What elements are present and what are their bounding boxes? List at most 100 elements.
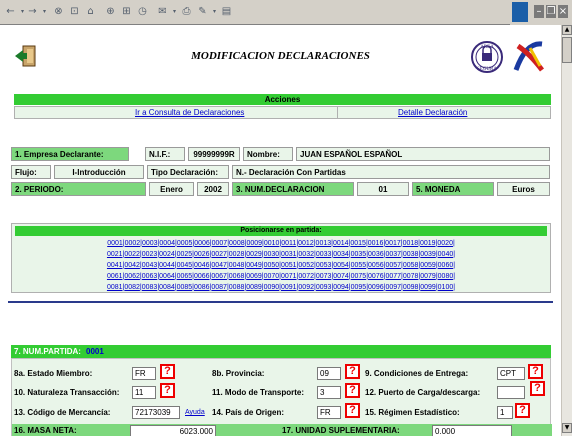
partida-link[interactable]: 0095 bbox=[351, 284, 367, 291]
partida-link[interactable]: 0065 bbox=[177, 273, 193, 280]
partida-link[interactable]: 0077 bbox=[385, 273, 401, 280]
minimize-icon[interactable]: – bbox=[534, 5, 544, 18]
codigo-mercancia-input[interactable]: 72173039 bbox=[132, 406, 180, 419]
partida-link[interactable]: 0054 bbox=[333, 262, 349, 269]
partida-link[interactable]: 0044 bbox=[159, 262, 175, 269]
partida-link[interactable]: 0055 bbox=[351, 262, 367, 269]
partida-link[interactable]: 0098 bbox=[403, 284, 419, 291]
partida-link[interactable]: 0037 bbox=[385, 251, 401, 258]
partida-link[interactable]: 0085 bbox=[177, 284, 193, 291]
partida-link[interactable]: 0089 bbox=[246, 284, 262, 291]
masa-neta-input[interactable]: 6023.000 bbox=[130, 425, 216, 436]
partida-link[interactable]: 0005 bbox=[177, 240, 193, 247]
partida-link[interactable]: 0008 bbox=[229, 240, 245, 247]
partida-link[interactable]: 0053 bbox=[316, 262, 332, 269]
partida-link[interactable]: 0087 bbox=[211, 284, 227, 291]
partida-link[interactable]: 0069 bbox=[246, 273, 262, 280]
partida-link[interactable]: 0052 bbox=[298, 262, 314, 269]
print-icon[interactable]: ⎙ bbox=[180, 5, 193, 18]
partida-link[interactable]: 0048 bbox=[229, 262, 245, 269]
partida-link[interactable]: 0014 bbox=[333, 240, 349, 247]
partida-link[interactable]: 0099 bbox=[420, 284, 436, 291]
pais-origen-input[interactable]: FR bbox=[317, 406, 341, 419]
partida-link[interactable]: 0072 bbox=[298, 273, 314, 280]
partida-link[interactable]: 0056 bbox=[368, 262, 384, 269]
partida-link[interactable]: 0041 bbox=[107, 262, 123, 269]
partida-link[interactable]: 0049 bbox=[246, 262, 262, 269]
puerto-carga-help-icon[interactable]: ? bbox=[530, 381, 545, 396]
partida-link[interactable]: 0058 bbox=[403, 262, 419, 269]
partida-link[interactable]: 0011 bbox=[281, 240, 296, 247]
partida-link[interactable]: 0076 bbox=[368, 273, 384, 280]
partida-link[interactable]: 0083 bbox=[142, 284, 158, 291]
partida-link[interactable]: 0078 bbox=[403, 273, 419, 280]
regimen-estadistico-help-icon[interactable]: ? bbox=[515, 403, 530, 418]
partida-link[interactable]: 0029 bbox=[246, 251, 262, 258]
link-detalle-declaracion[interactable]: Detalle Declaración bbox=[398, 108, 467, 117]
partida-link[interactable]: 0090 bbox=[264, 284, 280, 291]
partida-link[interactable]: 0050 bbox=[264, 262, 280, 269]
puerto-carga-input[interactable] bbox=[497, 386, 525, 399]
partida-link[interactable]: 0001 bbox=[107, 240, 123, 247]
partida-link[interactable]: 0024 bbox=[159, 251, 175, 258]
partida-link[interactable]: 0079 bbox=[420, 273, 436, 280]
history-icon[interactable]: ◷ bbox=[136, 5, 149, 18]
partida-link[interactable]: 0016 bbox=[368, 240, 384, 247]
partida-link[interactable]: 0088 bbox=[229, 284, 245, 291]
partida-link[interactable]: 0091 bbox=[281, 284, 297, 291]
partida-link[interactable]: 0061 bbox=[107, 273, 123, 280]
partida-link[interactable]: 0070 bbox=[264, 273, 280, 280]
partida-link[interactable]: 0031 bbox=[281, 251, 297, 258]
partida-link[interactable]: 0084 bbox=[159, 284, 175, 291]
stop-icon[interactable]: ⊗ bbox=[52, 5, 65, 18]
partida-link[interactable]: 0012 bbox=[298, 240, 314, 247]
vertical-scrollbar[interactable]: ▲ ▼ bbox=[561, 25, 572, 436]
partida-link[interactable]: 0100 bbox=[438, 284, 454, 291]
partida-link[interactable]: 0057 bbox=[385, 262, 401, 269]
partida-link[interactable]: 0071 bbox=[281, 273, 297, 280]
search-icon[interactable]: ⊕ bbox=[104, 5, 117, 18]
scroll-down-icon[interactable]: ▼ bbox=[562, 423, 572, 433]
partida-link[interactable]: 0074 bbox=[333, 273, 349, 280]
partida-link[interactable]: 0027 bbox=[211, 251, 227, 258]
partida-link[interactable]: 0032 bbox=[298, 251, 314, 258]
partida-link[interactable]: 0019 bbox=[420, 240, 436, 247]
partida-link[interactable]: 0097 bbox=[385, 284, 401, 291]
provincia-input[interactable]: 09 bbox=[317, 367, 341, 380]
partida-link[interactable]: 0068 bbox=[229, 273, 245, 280]
partida-link[interactable]: 0020 bbox=[437, 240, 453, 247]
partida-link[interactable]: 0033 bbox=[316, 251, 332, 258]
partida-link[interactable]: 0081 bbox=[107, 284, 123, 291]
restore-icon[interactable]: ❐ bbox=[546, 5, 556, 18]
favorites-icon[interactable]: ⊞ bbox=[120, 5, 133, 18]
partida-link[interactable]: 0066 bbox=[194, 273, 210, 280]
partida-link[interactable]: 0036 bbox=[368, 251, 384, 258]
partida-link[interactable]: 0034 bbox=[333, 251, 349, 258]
partida-link[interactable]: 0093 bbox=[316, 284, 332, 291]
home-icon[interactable]: ⌂ bbox=[84, 5, 97, 18]
partida-link[interactable]: 0003 bbox=[142, 240, 158, 247]
partida-link[interactable]: 0038 bbox=[403, 251, 419, 258]
regimen-estadistico-input[interactable]: 1 bbox=[497, 406, 513, 419]
link-consulta-declaraciones[interactable]: Ir a Consulta de Declaraciones bbox=[135, 108, 244, 117]
partida-link[interactable]: 0028 bbox=[229, 251, 245, 258]
partida-link[interactable]: 0021 bbox=[107, 251, 123, 258]
estado-miembro-input[interactable]: FR bbox=[132, 367, 156, 380]
naturaleza-transaccion-input[interactable]: 11 bbox=[132, 386, 156, 399]
partida-link[interactable]: 0002 bbox=[125, 240, 141, 247]
modo-transporte-input[interactable]: 3 bbox=[317, 386, 341, 399]
partida-link[interactable]: 0051 bbox=[281, 262, 297, 269]
partida-link[interactable]: 0060 bbox=[438, 262, 454, 269]
partida-link[interactable]: 0030 bbox=[264, 251, 280, 258]
partida-link[interactable]: 0026 bbox=[194, 251, 210, 258]
partida-link[interactable]: 0010 bbox=[264, 240, 280, 247]
partida-link[interactable]: 0067 bbox=[211, 273, 227, 280]
partida-link[interactable]: 0062 bbox=[124, 273, 140, 280]
partida-link[interactable]: 0009 bbox=[246, 240, 262, 247]
partida-link[interactable]: 0045 bbox=[177, 262, 193, 269]
partida-link[interactable]: 0039 bbox=[420, 251, 436, 258]
partida-link[interactable]: 0075 bbox=[351, 273, 367, 280]
partida-link[interactable]: 0025 bbox=[177, 251, 193, 258]
discuss-icon[interactable]: ▤ bbox=[220, 5, 233, 18]
partida-link[interactable]: 0094 bbox=[333, 284, 349, 291]
